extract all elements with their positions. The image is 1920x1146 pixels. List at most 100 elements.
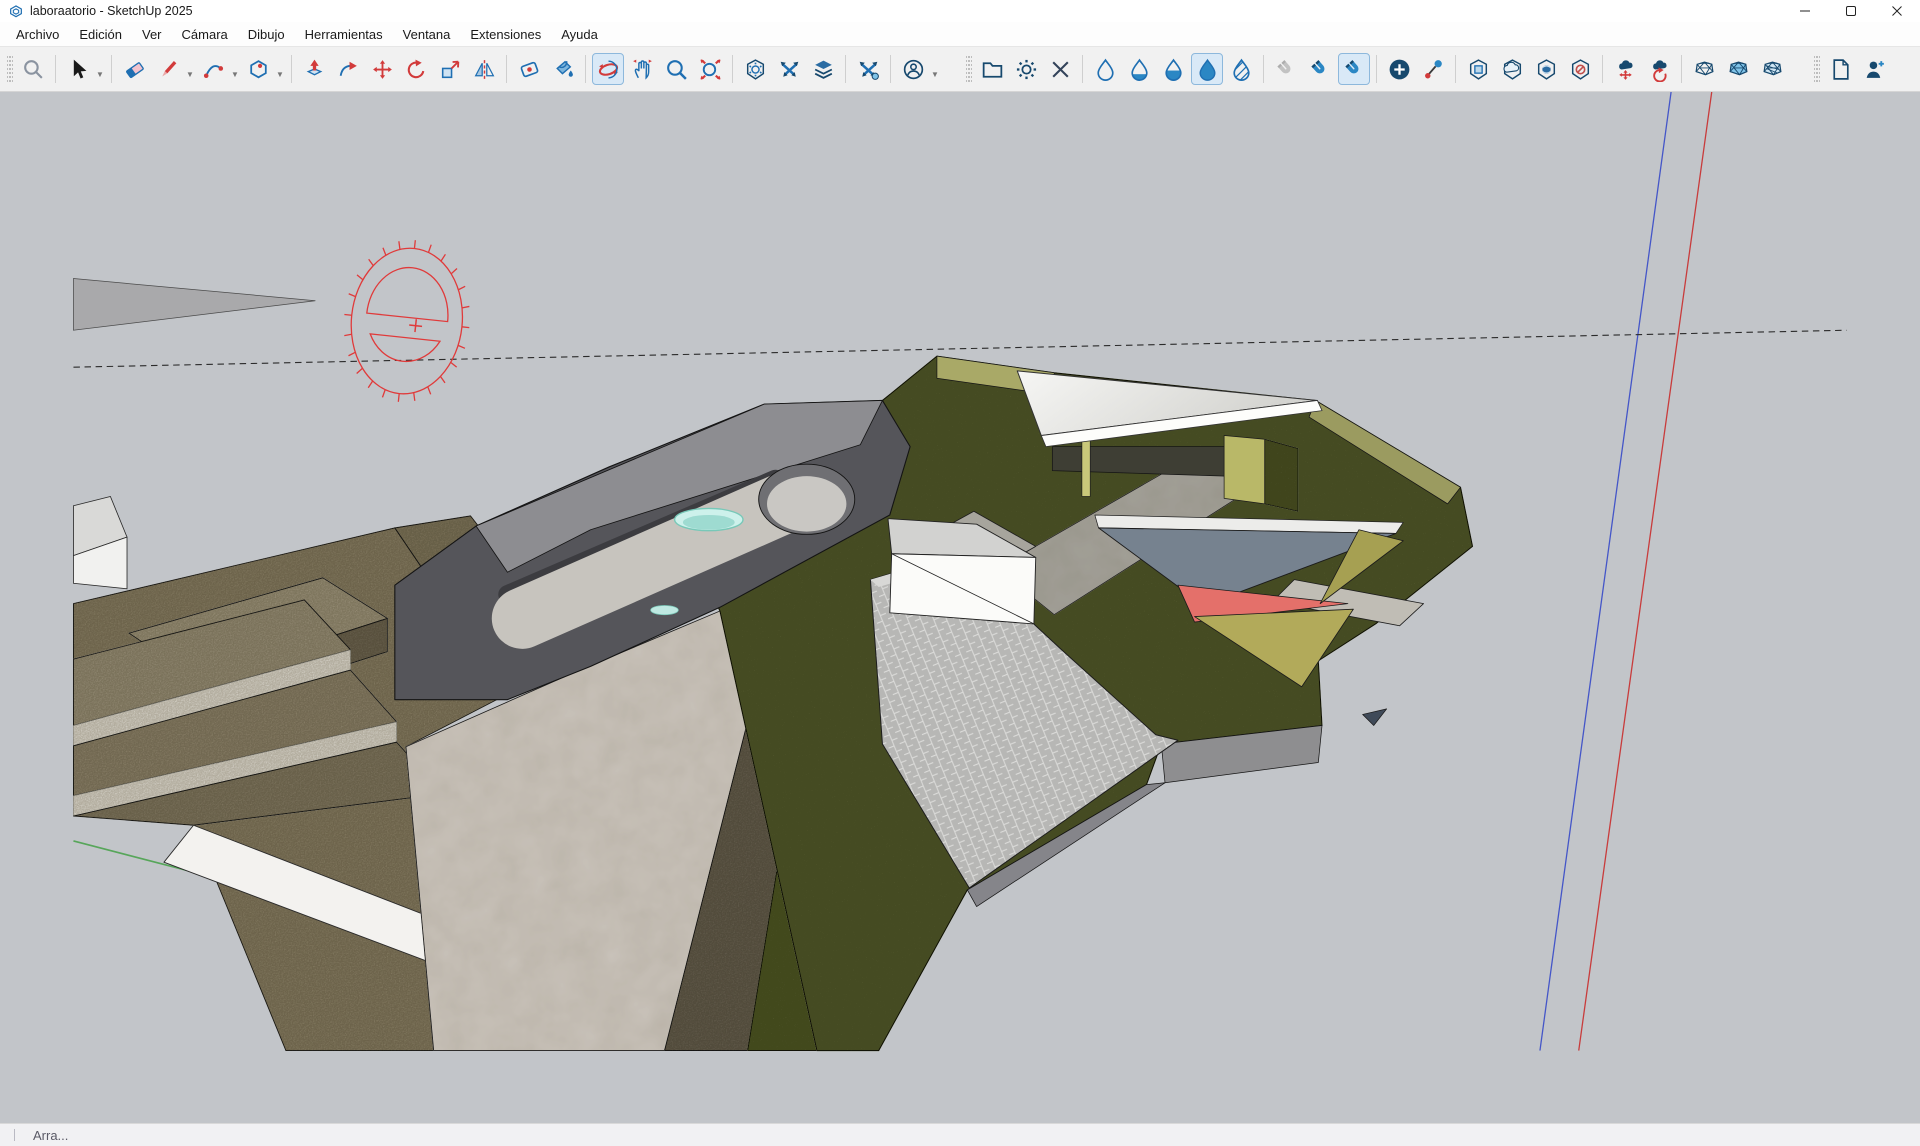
cross-arrows-alt-icon	[856, 57, 881, 82]
menu-item-2[interactable]: Ver	[132, 24, 172, 45]
minimize-icon	[1799, 5, 1811, 17]
hex-sphere-icon	[1534, 57, 1559, 82]
style-drop-half-button[interactable]	[1157, 53, 1189, 85]
hex-cloud-icon	[1500, 57, 1525, 82]
menu-item-3[interactable]: Cámara	[172, 24, 238, 45]
minimize-button[interactable]	[1782, 0, 1828, 22]
dropdown-caret-icon[interactable]: ▼	[96, 70, 106, 79]
eraser-icon	[122, 57, 147, 82]
rotate-icon	[404, 57, 429, 82]
menu-item-4[interactable]: Dibujo	[238, 24, 295, 45]
magnet-icon	[1274, 57, 1299, 82]
rotate-tool-button[interactable]	[400, 53, 432, 85]
follow-me-tool-button[interactable]	[332, 53, 364, 85]
flip-tool-button[interactable]	[468, 53, 500, 85]
extension-hex-gear-button[interactable]	[739, 53, 771, 85]
menu-item-0[interactable]: Archivo	[6, 24, 69, 45]
open-folder-button[interactable]	[976, 53, 1008, 85]
drop-half-icon	[1161, 57, 1186, 82]
pin-icon	[1421, 57, 1446, 82]
viewport-3d[interactable]	[0, 92, 1920, 1123]
magnet-icon	[1308, 57, 1333, 82]
toolbar-grip[interactable]	[1814, 56, 1820, 82]
toolbar-separator	[1082, 55, 1083, 83]
move-point-cloud-button[interactable]	[1609, 53, 1641, 85]
toolbar-separator	[732, 55, 733, 83]
polygon-icon	[246, 57, 271, 82]
extension-cross-arrows-alt-button[interactable]	[852, 53, 884, 85]
style-drop-quarter-button[interactable]	[1123, 53, 1155, 85]
menu-item-5[interactable]: Herramientas	[295, 24, 393, 45]
line-tool-button[interactable]	[152, 53, 184, 85]
placement-pin-button[interactable]	[1417, 53, 1449, 85]
mesh-grid-dense-icon	[1760, 57, 1785, 82]
close-button[interactable]	[1874, 0, 1920, 22]
magnifier-muted-icon	[21, 57, 46, 82]
maximize-button[interactable]	[1828, 0, 1874, 22]
maximize-icon	[1845, 5, 1857, 17]
cloud-rotate-icon	[1647, 57, 1672, 82]
person-add-icon	[1862, 57, 1887, 82]
pointcloud-sphere-mode-button[interactable]	[1530, 53, 1562, 85]
scale-tool-button[interactable]	[434, 53, 466, 85]
add-collaborator-button[interactable]	[1858, 53, 1890, 85]
move-icon	[370, 57, 395, 82]
tape-measure-tool-button[interactable]	[513, 53, 545, 85]
select-tool-button[interactable]	[62, 53, 94, 85]
orbit-tool-button[interactable]	[592, 53, 624, 85]
add-point-button[interactable]	[1383, 53, 1415, 85]
terrain-mesh-button[interactable]	[1688, 53, 1720, 85]
style-drop-hatched-button[interactable]	[1225, 53, 1257, 85]
move-tool-button[interactable]	[366, 53, 398, 85]
pan-tool-button[interactable]	[626, 53, 658, 85]
cloud-move-icon	[1613, 57, 1638, 82]
style-drop-full-button[interactable]	[1191, 53, 1223, 85]
zoom-study-button[interactable]	[17, 53, 49, 85]
zoom-extents-tool-button[interactable]	[694, 53, 726, 85]
eraser-tool-button[interactable]	[118, 53, 150, 85]
user-account-button[interactable]	[897, 53, 929, 85]
menu-item-7[interactable]: Extensiones	[460, 24, 551, 45]
drop-full-icon	[1195, 57, 1220, 82]
new-document-button[interactable]	[1824, 53, 1856, 85]
pointcloud-hide-mode-button[interactable]	[1564, 53, 1596, 85]
toolbar-separator	[1681, 55, 1682, 83]
arc-tool-button[interactable]	[197, 53, 229, 85]
close-panel-button[interactable]	[1044, 53, 1076, 85]
dropdown-caret-icon[interactable]: ▼	[186, 70, 196, 79]
status-bar: Arra...	[0, 1123, 1920, 1146]
layer-stack-icon	[811, 57, 836, 82]
push-pull-icon	[302, 57, 327, 82]
terrain-mesh-detail-button[interactable]	[1722, 53, 1754, 85]
zoom-tool-button[interactable]	[660, 53, 692, 85]
toolbar-grip[interactable]	[966, 56, 972, 82]
snap-magnet-button[interactable]	[1304, 53, 1336, 85]
dropdown-caret-icon[interactable]: ▼	[931, 70, 941, 79]
dropdown-caret-icon[interactable]: ▼	[231, 70, 241, 79]
extension-cross-arrows-button[interactable]	[773, 53, 805, 85]
extension-layer-stack-button[interactable]	[807, 53, 839, 85]
rotate-point-cloud-button[interactable]	[1643, 53, 1675, 85]
dropdown-caret-icon[interactable]: ▼	[276, 70, 286, 79]
cross-arrows-icon	[777, 57, 802, 82]
toolbar-grip[interactable]	[7, 56, 13, 82]
add-circle-icon	[1387, 57, 1412, 82]
terrain-mesh-dense-button[interactable]	[1756, 53, 1788, 85]
drop-hatched-icon	[1229, 57, 1254, 82]
snap-magnet-on-button[interactable]	[1338, 53, 1370, 85]
tape-measure-icon	[517, 57, 542, 82]
menu-item-8[interactable]: Ayuda	[551, 24, 608, 45]
paint-bucket-tool-button[interactable]	[547, 53, 579, 85]
snap-magnet-off-button[interactable]	[1270, 53, 1302, 85]
drop-empty-icon	[1093, 57, 1118, 82]
menu-item-1[interactable]: Edición	[69, 24, 132, 45]
style-drop-empty-button[interactable]	[1089, 53, 1121, 85]
menu-item-6[interactable]: Ventana	[393, 24, 461, 45]
pointcloud-box-mode-button[interactable]	[1462, 53, 1494, 85]
settings-button[interactable]	[1010, 53, 1042, 85]
shapes-tool-button[interactable]	[242, 53, 274, 85]
model-scene	[0, 92, 1920, 1123]
push-pull-tool-button[interactable]	[298, 53, 330, 85]
pointcloud-cloud-mode-button[interactable]	[1496, 53, 1528, 85]
zoom-extents-icon	[698, 57, 723, 82]
